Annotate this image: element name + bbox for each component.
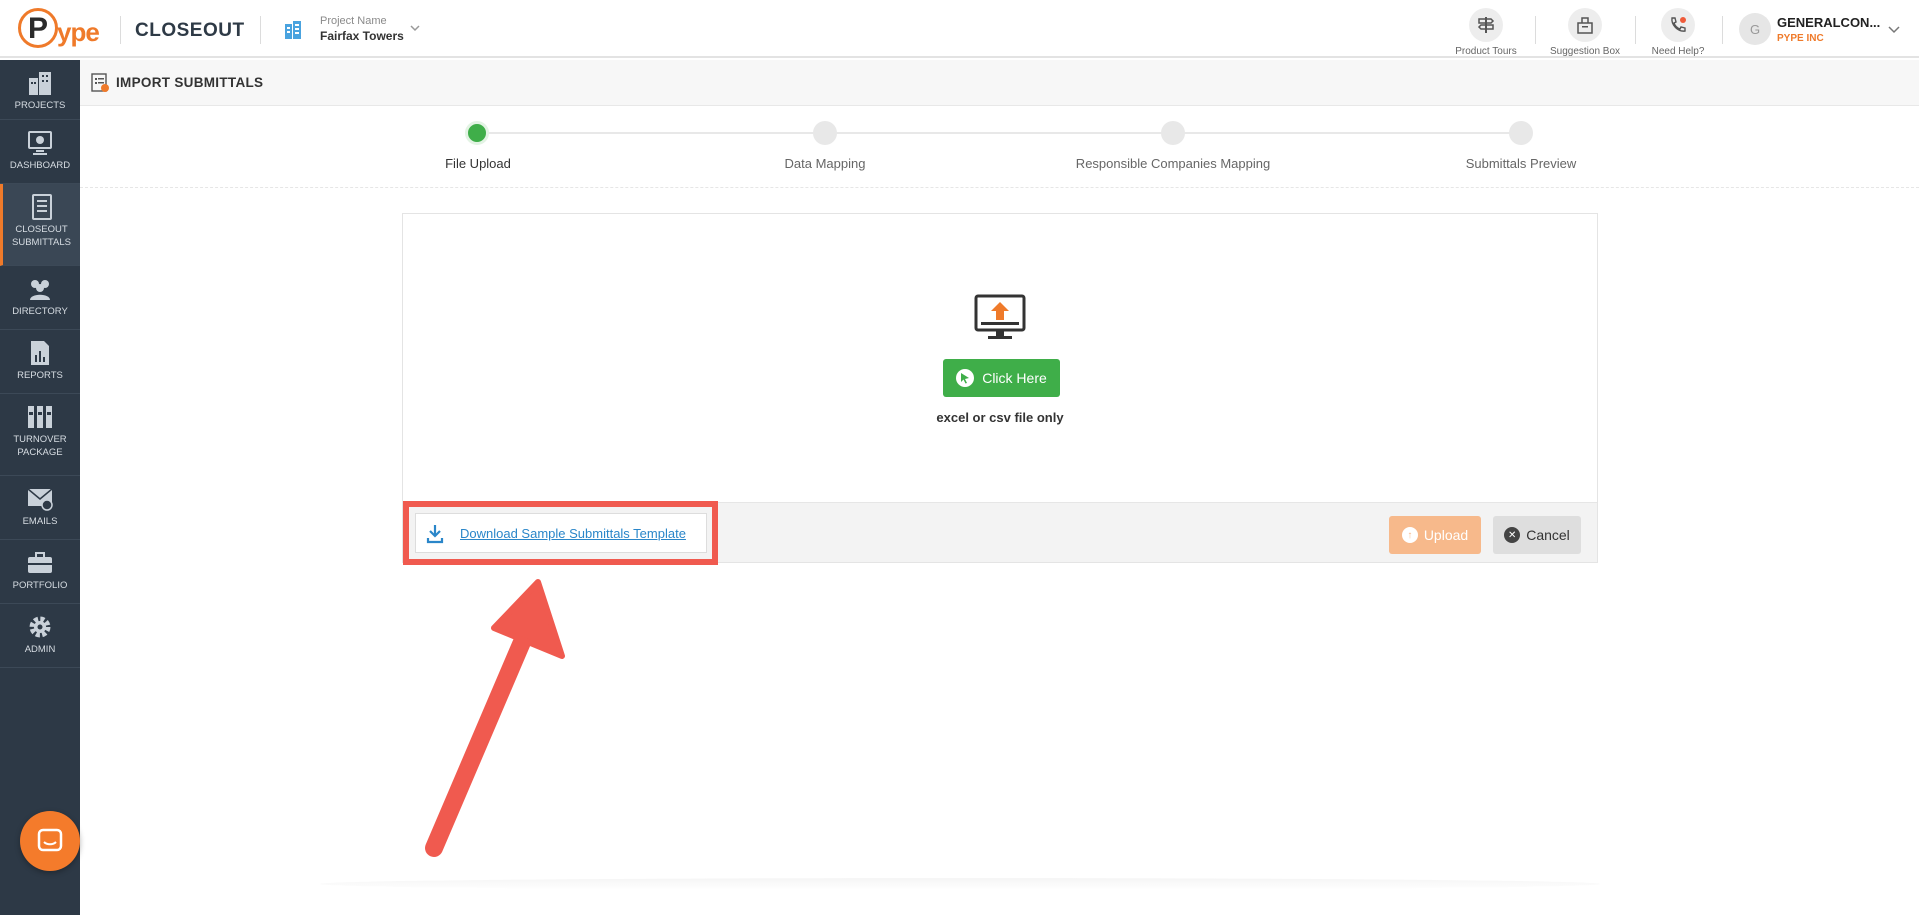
- close-icon: ✕: [1504, 527, 1521, 543]
- pype-logo[interactable]: P ype: [18, 8, 108, 48]
- sidebar-item-label: DASHBOARD: [9, 160, 71, 171]
- upload-footer: Download Sample Submittals Template ↑ Up…: [403, 501, 1597, 565]
- reports-icon: [31, 341, 49, 365]
- import-stepper: File Upload Data Mapping Responsible Com…: [80, 106, 1919, 188]
- chat-icon: [37, 828, 63, 852]
- module-title: CLOSEOUT: [135, 20, 245, 41]
- download-icon: [426, 525, 444, 544]
- user-name[interactable]: GENERALCON...: [1777, 15, 1880, 30]
- header-divider: [1722, 16, 1723, 44]
- buildings-icon: [29, 72, 51, 95]
- import-list-icon: [91, 73, 109, 92]
- user-company: PYPE INC: [1777, 33, 1824, 44]
- sidebar-item-projects[interactable]: PROJECTS: [0, 60, 80, 120]
- sidebar-item-label: PORTFOLIO: [12, 580, 68, 591]
- file-drop-zone[interactable]: Click Here excel or csv file only: [403, 214, 1597, 502]
- cancel-button[interactable]: ✕ Cancel: [1493, 516, 1581, 554]
- sidebar-item-label: REPORTS: [17, 370, 63, 381]
- upload-panel: Click Here excel or csv file only Downlo…: [402, 213, 1598, 565]
- dashboard-icon: [28, 131, 52, 155]
- header-divider: [1635, 16, 1636, 44]
- briefcase-icon: [28, 552, 52, 573]
- sidebar-item-portfolio[interactable]: PORTFOLIO: [0, 540, 80, 604]
- upload-monitor-icon: [974, 294, 1026, 339]
- project-label: Project Name: [320, 15, 387, 27]
- sidebar-item-label: DIRECTORY: [12, 306, 68, 317]
- sidebar: PROJECTS DASHBOARD CLOSEOUT SUBMITTALS D…: [0, 60, 80, 915]
- sidebar-item-label: ADMIN: [24, 644, 56, 655]
- sidebar-item-reports[interactable]: REPORTS: [0, 330, 80, 394]
- signpost-icon: [1477, 17, 1495, 33]
- step-dot-responsible-companies[interactable]: [1161, 121, 1185, 145]
- sidebar-item-label: TURNOVER PACKAGE: [13, 434, 67, 458]
- file-type-note: excel or csv file only: [936, 410, 1064, 425]
- download-sample-template-link[interactable]: Download Sample Submittals Template: [460, 526, 686, 541]
- header-divider: [260, 16, 261, 44]
- step-label-submittals-preview[interactable]: Submittals Preview: [1466, 156, 1577, 171]
- email-icon: [27, 488, 53, 511]
- top-header: P ype CLOSEOUT Project Name Fairfax Towe…: [0, 0, 1919, 58]
- click-here-button[interactable]: Click Here: [943, 359, 1060, 397]
- chevron-down-icon[interactable]: [410, 23, 420, 33]
- cancel-label: Cancel: [1526, 527, 1570, 543]
- sidebar-item-closeout-submittals[interactable]: CLOSEOUT SUBMITTALS: [0, 184, 80, 266]
- step-label-file-upload[interactable]: File Upload: [445, 156, 511, 171]
- need-help-button[interactable]: Need Help?: [1638, 8, 1718, 57]
- phone-help-icon: [1671, 17, 1686, 32]
- step-dot-file-upload[interactable]: [465, 121, 489, 145]
- upload-button[interactable]: ↑ Upload: [1389, 516, 1481, 554]
- sidebar-item-directory[interactable]: DIRECTORY: [0, 266, 80, 330]
- suggestion-box-label: Suggestion Box: [1549, 46, 1621, 57]
- header-divider: [1535, 16, 1536, 44]
- upload-label: Upload: [1423, 527, 1469, 543]
- sidebar-item-label: CLOSEOUT SUBMITTALS: [12, 224, 71, 248]
- annotation-arrow: [425, 579, 565, 857]
- cursor-icon: [956, 369, 975, 387]
- step-label-responsible-companies[interactable]: Responsible Companies Mapping: [1076, 156, 1270, 171]
- suggestion-box-icon: [1577, 17, 1593, 34]
- step-dot-submittals-preview[interactable]: [1509, 121, 1533, 145]
- sidebar-item-label: PROJECTS: [14, 100, 66, 111]
- avatar[interactable]: G: [1739, 13, 1771, 45]
- cloud-upload-icon: ↑: [1401, 527, 1418, 543]
- sidebar-item-emails[interactable]: EMAILS: [0, 476, 80, 540]
- sidebar-item-admin[interactable]: ADMIN: [0, 604, 80, 668]
- people-icon: [30, 280, 50, 300]
- page-header: IMPORT SUBMITTALS: [80, 60, 1919, 106]
- sidebar-item-label: EMAILS: [22, 516, 58, 527]
- chevron-down-icon[interactable]: [1888, 24, 1900, 34]
- content-shadow: [320, 878, 1600, 890]
- document-list-icon: [31, 194, 52, 220]
- gear-icon: [29, 616, 51, 638]
- chat-launcher-button[interactable]: [20, 811, 80, 871]
- product-tours-button[interactable]: Product Tours: [1446, 8, 1526, 57]
- logo-text: ype: [57, 17, 100, 47]
- sidebar-item-turnover-package[interactable]: TURNOVER PACKAGE: [0, 394, 80, 476]
- building-icon: [285, 21, 301, 39]
- binders-icon: [28, 406, 52, 428]
- click-here-label: Click Here: [982, 370, 1047, 386]
- page-title: IMPORT SUBMITTALS: [116, 75, 264, 90]
- download-template-box[interactable]: Download Sample Submittals Template: [415, 513, 707, 553]
- suggestion-box-button[interactable]: Suggestion Box: [1545, 8, 1625, 57]
- annotation-highlight-box: Download Sample Submittals Template: [403, 501, 718, 565]
- product-tours-label: Product Tours: [1455, 46, 1517, 57]
- sidebar-item-dashboard[interactable]: DASHBOARD: [0, 120, 80, 184]
- project-selector[interactable]: Fairfax Towers: [320, 29, 404, 43]
- stepper-track: [478, 132, 1521, 134]
- app-root: P ype CLOSEOUT Project Name Fairfax Towe…: [0, 0, 1919, 915]
- logo-p: P: [28, 12, 49, 45]
- header-divider: [120, 16, 121, 44]
- step-label-data-mapping[interactable]: Data Mapping: [785, 156, 866, 171]
- step-dot-data-mapping[interactable]: [813, 121, 837, 145]
- need-help-label: Need Help?: [1651, 46, 1705, 57]
